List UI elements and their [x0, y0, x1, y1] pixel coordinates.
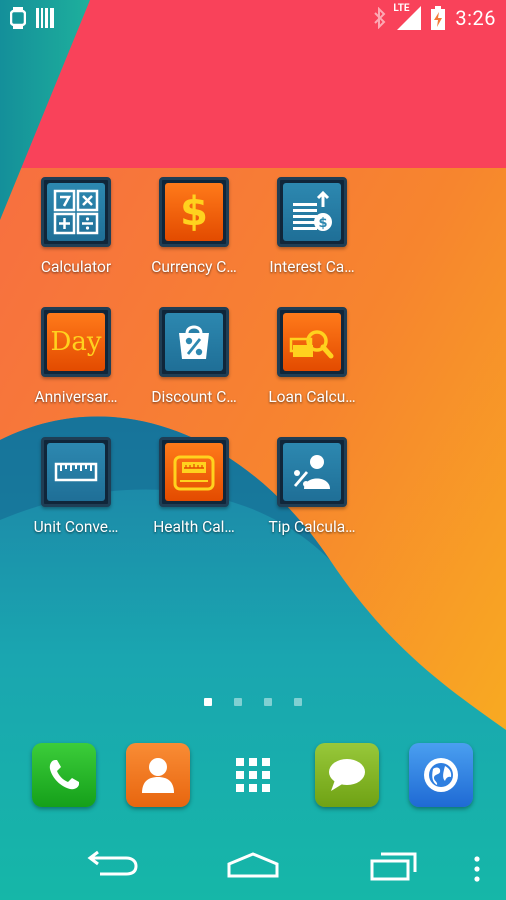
recents-icon — [370, 852, 417, 881]
status-time: 3:26 — [455, 6, 496, 30]
app-icon-frame — [41, 177, 111, 247]
app-anniversary[interactable]: Day Anniversar… — [21, 307, 131, 406]
app-icon-frame — [277, 307, 347, 377]
loan-search-icon — [283, 313, 341, 371]
calculator-icon — [47, 183, 105, 241]
app-discount-calculator[interactable]: Discount C… — [139, 307, 249, 406]
recents-button[interactable] — [369, 850, 419, 882]
app-icon-frame — [41, 437, 111, 507]
app-interest-calculator[interactable]: $ Interest Ca… — [257, 177, 367, 276]
interest-icon: $ — [283, 183, 341, 241]
app-label: Unit Conve… — [33, 518, 119, 536]
dock-messaging[interactable] — [315, 743, 379, 807]
scale-icon — [165, 443, 223, 501]
app-label: Loan Calcu… — [268, 388, 356, 406]
home-button[interactable] — [226, 850, 280, 880]
app-drawer-button[interactable] — [221, 743, 285, 807]
overflow-menu-icon — [474, 856, 480, 882]
app-health-calculator[interactable]: Health Cal… — [139, 437, 249, 536]
battery-charging-icon — [431, 6, 446, 30]
navigation-bar — [0, 836, 506, 900]
barcode-icon — [36, 8, 54, 28]
app-unit-converter[interactable]: Unit Conve… — [21, 437, 131, 536]
app-icon-frame: $ — [277, 177, 347, 247]
app-label: Currency C… — [151, 258, 237, 276]
globe-icon — [424, 758, 458, 792]
phone-icon — [49, 760, 79, 790]
discount-bag-icon — [165, 313, 223, 371]
contacts-icon — [142, 758, 174, 793]
ruler-icon — [47, 443, 105, 501]
app-label: Health Cal… — [153, 518, 235, 536]
chat-icon — [329, 759, 365, 791]
dock-browser[interactable] — [409, 743, 473, 807]
page-indicator — [0, 698, 506, 706]
grid-icon — [236, 758, 270, 792]
bluetooth-icon — [373, 7, 387, 29]
dock-contacts[interactable] — [126, 743, 190, 807]
day-icon-text: Day — [50, 327, 102, 357]
app-label: Anniversar… — [34, 388, 118, 406]
app-icon-frame: $ — [159, 177, 229, 247]
overflow-menu-button[interactable] — [472, 856, 482, 882]
dollar-icon: $ — [165, 183, 223, 241]
day-icon: Day — [47, 313, 105, 371]
status-bar: LTE 3:26 — [0, 0, 506, 36]
app-label: Tip Calcula… — [268, 518, 356, 536]
page-dot-4[interactable] — [294, 698, 302, 706]
page-dot-3[interactable] — [264, 698, 272, 706]
app-icon-frame — [159, 307, 229, 377]
home-icon — [227, 852, 279, 878]
app-loan-calculator[interactable]: Loan Calcu… — [257, 307, 367, 406]
app-tip-calculator[interactable]: Tip Calcula… — [257, 437, 367, 536]
app-label: Interest Ca… — [269, 258, 355, 276]
page-dot-2[interactable] — [234, 698, 242, 706]
back-icon — [87, 850, 138, 876]
tip-person-icon — [283, 443, 341, 501]
dock-phone[interactable] — [32, 743, 96, 807]
signal-icon: LTE — [393, 3, 422, 30]
app-currency-converter[interactable]: $ Currency C… — [139, 177, 249, 276]
smartwatch-icon — [10, 7, 26, 29]
svg-text:$: $ — [318, 216, 327, 231]
app-calculator[interactable]: Calculator — [21, 177, 131, 276]
network-type-label: LTE — [393, 3, 410, 14]
app-label: Calculator — [40, 258, 112, 276]
page-dot-1[interactable] — [204, 698, 212, 706]
app-label: Discount C… — [151, 388, 237, 406]
app-icon-frame — [159, 437, 229, 507]
back-button[interactable] — [86, 850, 138, 880]
app-icon-frame — [277, 437, 347, 507]
app-icon-frame: Day — [41, 307, 111, 377]
